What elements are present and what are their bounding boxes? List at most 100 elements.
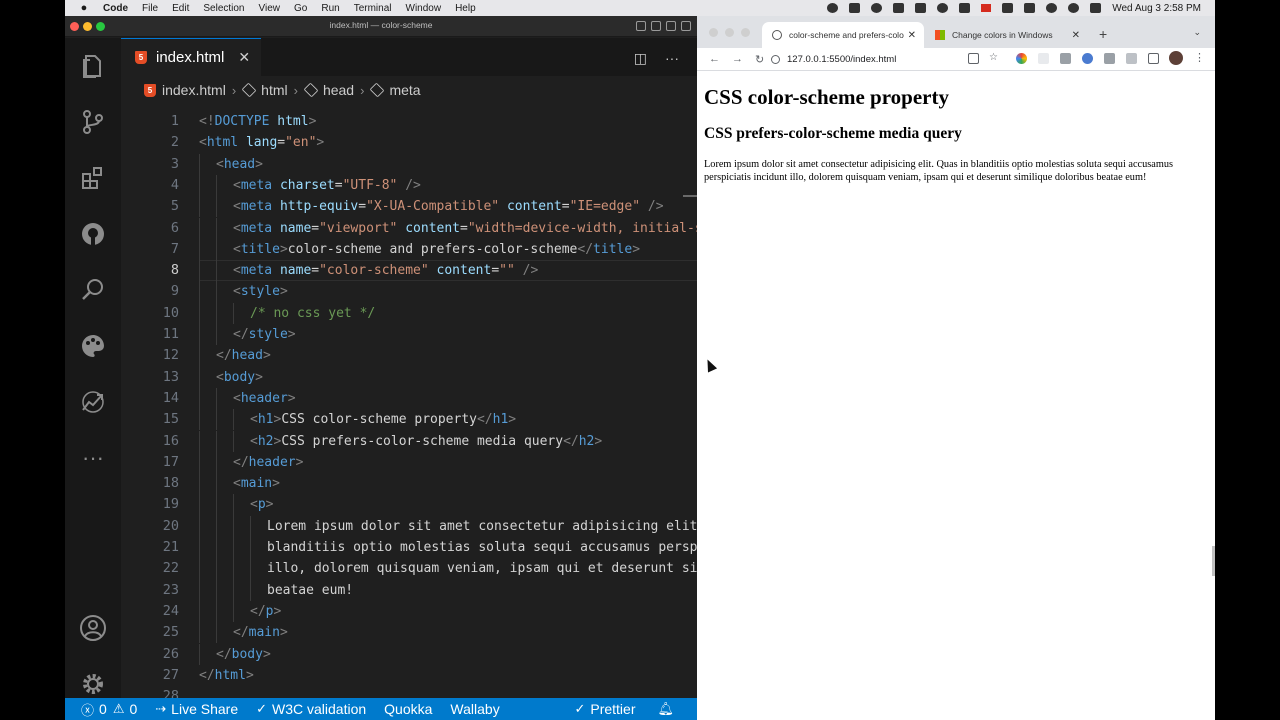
line-number[interactable]: 8 — [121, 262, 179, 278]
code-line[interactable]: 17 </header> — [121, 451, 697, 474]
new-tab-icon[interactable]: + — [1099, 26, 1107, 42]
close-tab-icon[interactable]: ✕ — [908, 30, 916, 41]
code-line[interactable]: 8 <meta name="color-scheme" content="" /> — [121, 260, 697, 282]
code-line[interactable]: 15 <h1>CSS color-scheme property</h1> — [121, 409, 697, 431]
apple-icon[interactable]: ● — [75, 2, 93, 14]
line-number[interactable]: 11 — [121, 326, 179, 342]
code-line[interactable]: 5 <meta http-equiv="X-UA-Compatible" cont… — [121, 196, 697, 218]
line-number[interactable]: 27 — [121, 667, 179, 683]
line-number[interactable]: 5 — [121, 198, 179, 214]
code-line[interactable]: 18 <main> — [121, 473, 697, 495]
code-line[interactable]: 21 blanditiis optio molestias soluta sequ… — [121, 537, 697, 559]
account-icon[interactable] — [79, 614, 107, 642]
code-line[interactable]: 4 <meta charset="UTF-8" /> — [121, 174, 697, 197]
line-number[interactable]: 1 — [121, 113, 179, 129]
zoom-window-button[interactable] — [741, 28, 750, 37]
code-line[interactable]: 1 <!DOCTYPE html> — [121, 111, 697, 132]
customize-layout-icon[interactable] — [681, 21, 691, 31]
address-bar[interactable]: 127.0.0.1:5500/index.html — [771, 50, 986, 68]
menu-help[interactable]: Help — [455, 3, 476, 14]
line-number[interactable]: 18 — [121, 475, 179, 491]
line-number[interactable]: 7 — [121, 241, 179, 257]
breadcrumb-file[interactable]: index.html — [162, 82, 226, 98]
reading-list-icon[interactable] — [1126, 53, 1137, 64]
color-extension-icon[interactable] — [1016, 53, 1027, 64]
line-number[interactable]: 21 — [121, 539, 179, 555]
reload-icon[interactable]: ↻ — [755, 53, 764, 66]
text-input-icon[interactable] — [959, 3, 971, 13]
tab-index-html[interactable]: 5 index.html ✕ — [121, 38, 261, 76]
code-line[interactable]: 3 <head> — [121, 153, 697, 175]
split-editor-icon[interactable]: ◫ — [634, 50, 647, 67]
code-line[interactable]: 23 beatae eum! — [121, 579, 697, 601]
live-share-status[interactable]: ⇢ Live Share — [155, 701, 238, 717]
more-icon[interactable]: ··· — [79, 444, 107, 472]
problems-status[interactable]: ⓧ 0 ⚠ 0 — [81, 700, 137, 719]
search-icon[interactable] — [79, 276, 107, 304]
line-number[interactable]: 16 — [121, 433, 179, 449]
browser-tab-inactive[interactable]: Change colors in Windows ✕ — [925, 22, 1088, 48]
battery-icon[interactable] — [1002, 3, 1014, 13]
line-number[interactable]: 6 — [121, 220, 179, 236]
line-number[interactable]: 12 — [121, 347, 179, 363]
line-number[interactable]: 24 — [121, 603, 179, 619]
canada-flag-icon[interactable] — [981, 4, 992, 12]
palette-icon[interactable] — [79, 332, 107, 360]
forward-icon[interactable]: → — [732, 53, 743, 65]
code-line[interactable]: 6 <meta name="viewport" content="width=de… — [121, 217, 697, 239]
settings-gear-icon[interactable] — [79, 670, 107, 698]
location-icon[interactable] — [871, 3, 883, 13]
menubar-clock[interactable]: Wed Aug 3 2:58 PM — [1112, 3, 1201, 14]
screen-record-icon[interactable] — [915, 3, 927, 13]
menu-file[interactable]: File — [142, 3, 158, 14]
toggle-sidebar-icon[interactable] — [636, 21, 646, 31]
code-line[interactable]: 12 </head> — [121, 345, 697, 367]
menu-kebab-icon[interactable]: ⋮ — [1194, 51, 1205, 64]
wallaby-status[interactable]: Wallaby — [450, 701, 499, 717]
line-number[interactable]: 20 — [121, 518, 179, 534]
line-number[interactable]: 19 — [121, 496, 179, 512]
creative-cloud-icon[interactable] — [827, 3, 839, 13]
line-number[interactable]: 25 — [121, 624, 179, 640]
menu-app-name[interactable]: Code — [103, 3, 128, 14]
code-line[interactable]: 11 </style> — [121, 324, 697, 346]
code-line[interactable]: 27 </html> — [121, 665, 697, 686]
close-window-button[interactable] — [709, 28, 718, 37]
code-line[interactable]: 26 </body> — [121, 643, 697, 665]
code-line[interactable]: 13 <body> — [121, 366, 697, 388]
line-number[interactable]: 13 — [121, 369, 179, 385]
source-control-icon[interactable] — [79, 108, 107, 136]
close-tab-icon[interactable]: ✕ — [1072, 30, 1080, 41]
prettier-status[interactable]: ✓ Prettier — [574, 701, 635, 717]
line-number[interactable]: 4 — [121, 177, 179, 193]
extensions-icon[interactable] — [79, 164, 107, 192]
line-number[interactable]: 2 — [121, 134, 179, 150]
breadcrumb-head[interactable]: head — [323, 82, 354, 98]
code-line[interactable]: 19 <p> — [121, 494, 697, 516]
menu-window[interactable]: Window — [406, 3, 442, 14]
code-line[interactable]: 25 </main> — [121, 622, 697, 644]
breadcrumb-meta[interactable]: meta — [389, 82, 420, 98]
puzzle-extensions-icon[interactable] — [1104, 53, 1115, 64]
code-line[interactable]: 2 <html lang="en"> — [121, 132, 697, 153]
line-number[interactable]: 15 — [121, 411, 179, 427]
menu-view[interactable]: View — [259, 3, 281, 14]
line-number[interactable]: 26 — [121, 646, 179, 662]
breadcrumb-html[interactable]: html — [261, 82, 287, 98]
explorer-icon[interactable] — [79, 52, 107, 80]
github-icon[interactable] — [79, 220, 107, 248]
code-line[interactable]: 20 Lorem ipsum dolor sit amet consectetur… — [121, 515, 697, 537]
line-number[interactable]: 10 — [121, 305, 179, 321]
code-editor[interactable]: 1 <!DOCTYPE html> 2 <html lang="en"> 3 <head>… — [121, 104, 697, 704]
tab-search-chevron-icon[interactable]: ⌄ — [1193, 27, 1201, 38]
code-line[interactable]: 22 illo, dolorem quisquam veniam, ipsam q… — [121, 558, 697, 580]
line-number[interactable]: 17 — [121, 454, 179, 470]
code-line[interactable]: 24 </p> — [121, 600, 697, 623]
quokka-status[interactable]: Quokka — [384, 701, 432, 717]
site-info-icon[interactable] — [771, 54, 780, 64]
code-line[interactable]: 16 <h2>CSS prefers-color-scheme media que… — [121, 430, 697, 452]
notifications-bell-icon[interactable]: 🔔︎ — [657, 701, 679, 717]
line-number[interactable]: 14 — [121, 390, 179, 406]
back-icon[interactable]: ← — [709, 53, 720, 65]
menu-run[interactable]: Run — [321, 3, 339, 14]
